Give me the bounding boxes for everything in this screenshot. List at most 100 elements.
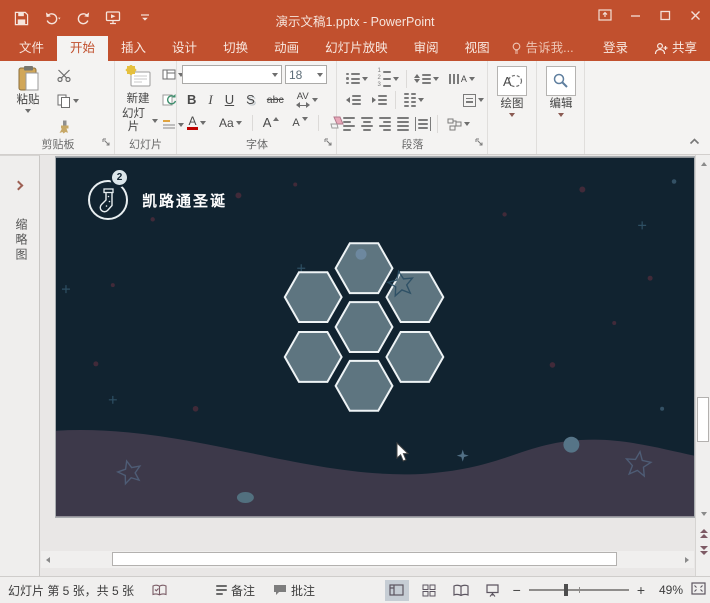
vertical-scroll-thumb[interactable] <box>697 397 709 442</box>
normal-view-button[interactable] <box>385 580 409 601</box>
reading-view-button[interactable] <box>449 580 473 601</box>
shrink-font-button[interactable]: A <box>289 115 310 131</box>
spell-check-button[interactable] <box>152 584 168 597</box>
slide-sorter-view-button[interactable] <box>417 580 441 601</box>
character-spacing-button[interactable]: AV <box>293 89 321 110</box>
expand-pane-chevron-icon[interactable] <box>14 181 24 191</box>
tab-slideshow[interactable]: 幻灯片放映 <box>312 36 401 61</box>
scroll-down-icon[interactable] <box>696 506 710 522</box>
scroll-left-icon[interactable] <box>41 552 55 568</box>
numbering-button[interactable]: 1 2 3 <box>375 67 402 90</box>
drawing-button[interactable]: A 绘图 <box>496 66 528 117</box>
magnifier-icon <box>552 72 570 90</box>
zoom-percentage[interactable]: 49% <box>653 583 683 597</box>
group-label-font: 字体 <box>178 136 336 152</box>
next-slide-button[interactable] <box>696 542 710 558</box>
vertical-scrollbar[interactable] <box>695 155 710 576</box>
font-size-dropdown-icon[interactable] <box>317 73 323 77</box>
line-spacing-button[interactable] <box>411 72 442 86</box>
copy-button[interactable] <box>54 92 82 110</box>
editing-button[interactable]: 编辑 <box>545 66 577 117</box>
quick-access-toolbar <box>0 8 156 28</box>
justify-button[interactable] <box>397 117 409 131</box>
convert-to-smartart-button[interactable] <box>444 116 473 133</box>
new-slide-button[interactable]: 新建 幻灯片 <box>118 65 158 134</box>
scroll-up-icon[interactable] <box>696 156 710 172</box>
collapse-ribbon-icon[interactable] <box>689 134 700 148</box>
distribute-button[interactable] <box>415 117 431 131</box>
align-text-button[interactable] <box>460 92 487 109</box>
clipboard-dialog-launcher-icon[interactable] <box>102 136 111 150</box>
slide-title-text[interactable]: 凯路通圣诞 <box>142 190 227 211</box>
smartart-icon <box>447 118 462 131</box>
minimize-icon[interactable] <box>620 0 650 30</box>
thumbnail-pane-collapsed[interactable]: 缩略图 <box>0 155 40 576</box>
maximize-icon[interactable] <box>650 0 680 30</box>
grow-font-button[interactable]: A <box>260 113 283 132</box>
share-button[interactable]: 共享 <box>641 36 710 61</box>
underline-button[interactable]: U <box>222 91 237 108</box>
slide-canvas[interactable] <box>56 157 694 517</box>
slide-artwork <box>56 157 694 517</box>
bold-button[interactable]: B <box>184 91 199 108</box>
ribbon: 粘贴 剪贴板 新建 幻灯片 <box>0 61 710 155</box>
font-name-combobox[interactable] <box>182 65 282 84</box>
columns-button[interactable] <box>401 91 427 109</box>
tab-review[interactable]: 审阅 <box>401 36 452 61</box>
tab-transitions[interactable]: 切换 <box>210 36 261 61</box>
bullets-button[interactable] <box>343 71 371 87</box>
paragraph-dialog-launcher-icon[interactable] <box>475 136 484 150</box>
cut-button[interactable] <box>54 67 82 84</box>
font-name-dropdown-icon[interactable] <box>272 73 278 77</box>
tell-me-box[interactable]: 告诉我... <box>503 36 582 61</box>
paste-dropdown-icon[interactable] <box>25 109 31 113</box>
slideshow-view-button[interactable] <box>481 580 505 601</box>
start-slideshow-icon[interactable] <box>103 8 125 28</box>
font-dialog-launcher-icon[interactable] <box>324 136 333 150</box>
zoom-out-button[interactable]: − <box>513 585 521 595</box>
font-color-button[interactable]: A <box>184 114 209 132</box>
copy-icon <box>57 94 71 108</box>
copy-dropdown-icon[interactable] <box>73 99 79 103</box>
text-shadow-button[interactable]: S <box>243 91 258 108</box>
undo-icon[interactable] <box>41 8 63 28</box>
customize-qat-icon[interactable] <box>134 8 156 28</box>
zoom-slider-thumb[interactable] <box>564 584 568 596</box>
change-case-button[interactable]: Aa <box>216 114 245 132</box>
decrease-indent-button[interactable] <box>343 93 364 107</box>
previous-slide-button[interactable] <box>696 525 710 541</box>
comments-button[interactable]: 批注 <box>273 582 315 599</box>
horizontal-scrollbar[interactable] <box>41 551 694 568</box>
tab-insert[interactable]: 插入 <box>108 36 159 61</box>
horizontal-scroll-thumb[interactable] <box>112 552 617 566</box>
sign-in-button[interactable]: 登录 <box>590 36 641 61</box>
tab-view[interactable]: 视图 <box>452 36 503 61</box>
italic-button[interactable]: I <box>205 91 215 109</box>
strikethrough-button[interactable]: abc <box>264 93 287 107</box>
fit-slide-to-window-button[interactable] <box>691 582 706 598</box>
tab-design[interactable]: 设计 <box>159 36 210 61</box>
align-left-button[interactable] <box>343 117 355 131</box>
align-right-button[interactable] <box>379 117 391 131</box>
tab-file[interactable]: 文件 <box>6 36 57 61</box>
fit-to-window-icon <box>691 582 706 595</box>
group-font: 18 B I U S abc AV A Aa <box>178 61 337 154</box>
text-direction-button[interactable]: A <box>446 72 478 86</box>
save-icon[interactable] <box>10 8 32 28</box>
tab-home[interactable]: 开始 <box>57 36 108 61</box>
increase-indent-button[interactable] <box>369 93 390 107</box>
font-size-combobox[interactable]: 18 <box>285 65 327 84</box>
zoom-slider[interactable] <box>529 589 629 591</box>
format-painter-button[interactable] <box>54 118 82 136</box>
redo-icon[interactable] <box>72 8 94 28</box>
align-center-button[interactable] <box>361 117 373 131</box>
paste-button[interactable]: 粘贴 <box>8 65 48 113</box>
slide-indicator: 幻灯片 第 5 张，共 5 张 <box>8 582 134 599</box>
new-slide-dropdown-icon[interactable] <box>152 119 158 123</box>
close-icon[interactable] <box>680 0 710 30</box>
scroll-right-icon[interactable] <box>680 552 694 568</box>
tab-animations[interactable]: 动画 <box>261 36 312 61</box>
ribbon-display-options-icon[interactable] <box>590 0 620 30</box>
notes-button[interactable]: 备注 <box>216 582 255 599</box>
zoom-in-button[interactable]: + <box>637 585 645 595</box>
